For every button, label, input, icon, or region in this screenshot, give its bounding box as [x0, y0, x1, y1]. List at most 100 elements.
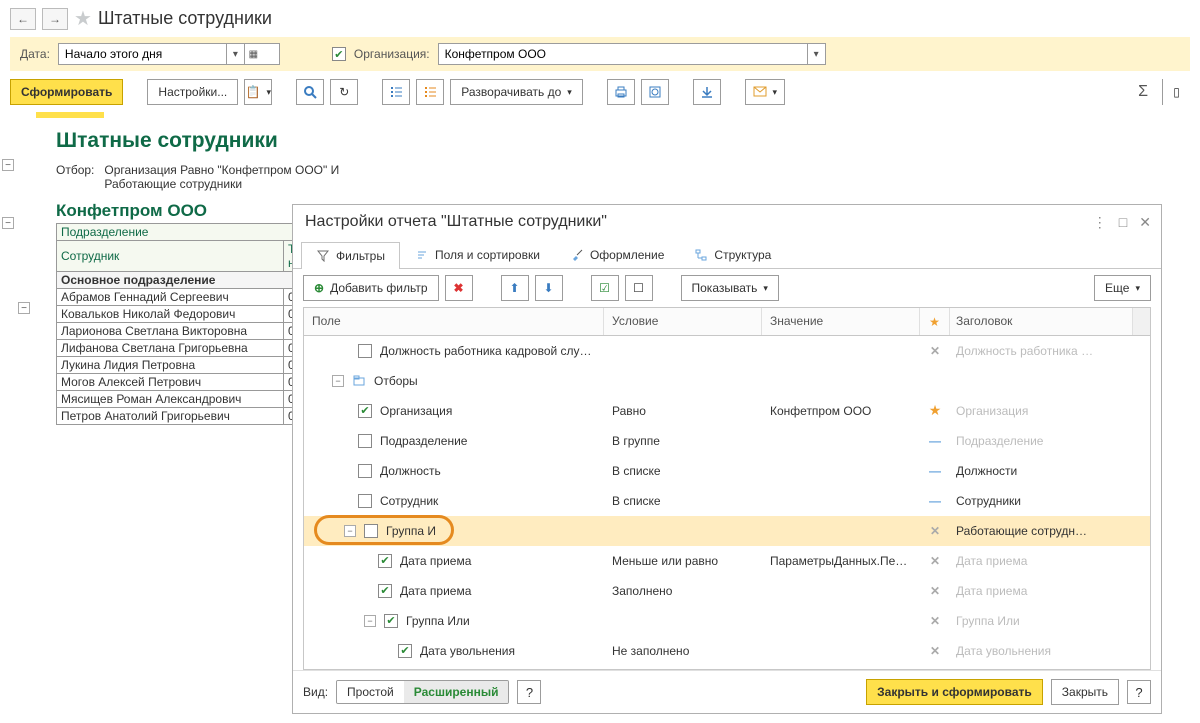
col-field[interactable]: Поле [304, 308, 604, 335]
filter-row[interactable]: ✔Дата приема Заполнено ✕ Дата приема [304, 576, 1150, 606]
list-collapse-button[interactable] [382, 79, 410, 105]
search-button[interactable] [296, 79, 324, 105]
col-title[interactable]: Заголовок [950, 308, 1132, 335]
list-expand-button[interactable] [416, 79, 444, 105]
filter-title: Дата приема [950, 554, 1150, 568]
checkbox-icon[interactable]: ✔ [378, 554, 392, 568]
group-row[interactable]: Основное подразделение [57, 272, 326, 289]
expander-icon[interactable]: − [344, 525, 356, 537]
col-star-icon[interactable]: ★ [920, 308, 950, 335]
filter-row[interactable]: ✔Дата приема Меньше или равно ПараметрыД… [304, 546, 1150, 576]
sigma-icon[interactable]: Σ [1138, 83, 1156, 101]
move-down-button[interactable]: ⬇ [535, 275, 563, 301]
dialog-close-icon[interactable]: ✕ [1139, 214, 1151, 231]
checkbox-icon[interactable] [358, 464, 372, 478]
col-value[interactable]: Значение [762, 308, 920, 335]
filter-row[interactable]: Должность работника кадровой слу… ✕ Долж… [304, 336, 1150, 366]
remove-icon[interactable]: ✕ [930, 584, 940, 598]
filter-title: Подразделение [950, 434, 1150, 448]
favorite-icon[interactable]: ★ [74, 6, 92, 31]
employee-name: Абрамов Геннадий Сергеевич [57, 289, 284, 306]
filter-title: Сотрудники [950, 494, 1150, 508]
nav-back-button[interactable]: ← [10, 8, 36, 30]
filter-row[interactable]: Подразделение В группе — Подразделение [304, 426, 1150, 456]
settings-button[interactable]: Настройки... [147, 79, 238, 105]
filter-condition: Не заполнено [604, 644, 762, 658]
checkbox-icon[interactable] [358, 494, 372, 508]
remove-icon[interactable]: ✕ [930, 644, 940, 658]
filter-row[interactable]: −Отборы [304, 366, 1150, 396]
view-simple-button[interactable]: Простой [337, 681, 404, 703]
org-checkbox[interactable]: ✔ [332, 47, 346, 61]
expander-icon[interactable]: − [364, 615, 376, 627]
paste-button[interactable]: 📋▾ [244, 79, 272, 105]
col-condition[interactable]: Условие [604, 308, 762, 335]
move-up-button[interactable]: ⬆ [501, 275, 529, 301]
outline-toggle-1[interactable]: − [2, 159, 14, 171]
scrollbar-head [1132, 308, 1150, 335]
form-button[interactable]: Сформировать [10, 79, 123, 105]
date-input[interactable] [59, 47, 226, 61]
org-select[interactable]: ▾ [438, 43, 826, 65]
remove-icon[interactable]: ✕ [930, 614, 940, 628]
help-button[interactable]: ? [517, 680, 541, 704]
check-all-button[interactable]: ☑ [591, 275, 619, 301]
filters-body[interactable]: Должность работника кадровой слу… ✕ Долж… [304, 336, 1150, 669]
checkbox-icon[interactable] [358, 434, 372, 448]
uncheck-all-button[interactable]: ☐ [625, 275, 653, 301]
close-and-form-button[interactable]: Закрыть и сформировать [866, 679, 1043, 705]
checkbox-icon[interactable]: ✔ [358, 404, 372, 418]
filter-row[interactable]: ✔Организация Равно Конфетпром ООО ★ Орга… [304, 396, 1150, 426]
add-filter-button[interactable]: ⊕ Добавить фильтр [303, 275, 439, 301]
print-button[interactable] [607, 79, 635, 105]
expander-icon[interactable]: − [332, 375, 344, 387]
date-dropdown-icon[interactable]: ▾ [226, 44, 244, 64]
expand-to-button[interactable]: Разворачивать до ▾ [450, 79, 583, 105]
filter-row[interactable]: Должность В списке — Должности [304, 456, 1150, 486]
view-extended-button[interactable]: Расширенный [404, 681, 509, 703]
panel-toggle-button[interactable]: ▯ [1162, 79, 1190, 105]
dash-icon[interactable]: — [929, 434, 941, 448]
remove-icon[interactable]: ✕ [930, 344, 940, 358]
dash-icon[interactable]: — [929, 464, 941, 478]
filter-row[interactable]: −✔Группа Или ✕ Группа Или [304, 606, 1150, 636]
checkbox-icon[interactable]: ✔ [384, 614, 398, 628]
checkbox-icon[interactable]: ✔ [398, 644, 412, 658]
close-button[interactable]: Закрыть [1051, 679, 1119, 705]
tab-design[interactable]: Оформление [555, 241, 679, 268]
settings-dialog: Настройки отчета "Штатные сотрудники" ⋮ … [292, 204, 1162, 714]
filter-field-label: Сотрудник [380, 494, 438, 508]
checkbox-icon[interactable]: ✔ [378, 584, 392, 598]
star-icon[interactable]: ★ [929, 402, 942, 419]
show-button[interactable]: Показывать ▾ [681, 275, 779, 301]
filter-row[interactable]: ✔Дата увольнения Не заполнено ✕ Дата уво… [304, 636, 1150, 666]
checkbox-icon[interactable] [358, 344, 372, 358]
refresh-button[interactable]: ↻ [330, 79, 358, 105]
org-input[interactable] [439, 47, 807, 61]
tab-structure[interactable]: Структура [679, 241, 786, 268]
nav-forward-button[interactable]: → [42, 8, 68, 30]
filter-row[interactable]: Сотрудник В списке — Сотрудники [304, 486, 1150, 516]
dialog-maximize-icon[interactable]: □ [1119, 214, 1127, 231]
outline-toggle-3[interactable]: − [18, 302, 30, 314]
help-button-2[interactable]: ? [1127, 680, 1151, 704]
remove-icon[interactable]: ✕ [930, 524, 940, 538]
org-dropdown-icon[interactable]: ▾ [807, 44, 825, 64]
remove-icon[interactable]: ✕ [930, 554, 940, 568]
date-select[interactable]: ▾ ▦ [58, 43, 280, 65]
dialog-menu-icon[interactable]: ⋮ [1093, 214, 1107, 231]
save-button[interactable] [693, 79, 721, 105]
mail-button[interactable]: ▾ [745, 79, 785, 105]
preview-button[interactable] [641, 79, 669, 105]
dash-icon[interactable]: — [929, 494, 941, 508]
checkbox-icon[interactable] [364, 524, 378, 538]
tab-filters[interactable]: Фильтры [301, 242, 400, 269]
date-calendar-icon[interactable]: ▦ [244, 44, 262, 64]
more-button[interactable]: Еще ▾ [1094, 275, 1151, 301]
tab-fields[interactable]: Поля и сортировки [400, 241, 555, 268]
outline-toggle-2[interactable]: − [2, 217, 14, 229]
filter-row[interactable]: −Группа И ✕ Работающие сотрудн… [304, 516, 1150, 546]
filter-condition: Равно [604, 404, 762, 418]
remove-filter-button[interactable]: ✖ [445, 275, 473, 301]
date-label: Дата: [20, 47, 50, 61]
